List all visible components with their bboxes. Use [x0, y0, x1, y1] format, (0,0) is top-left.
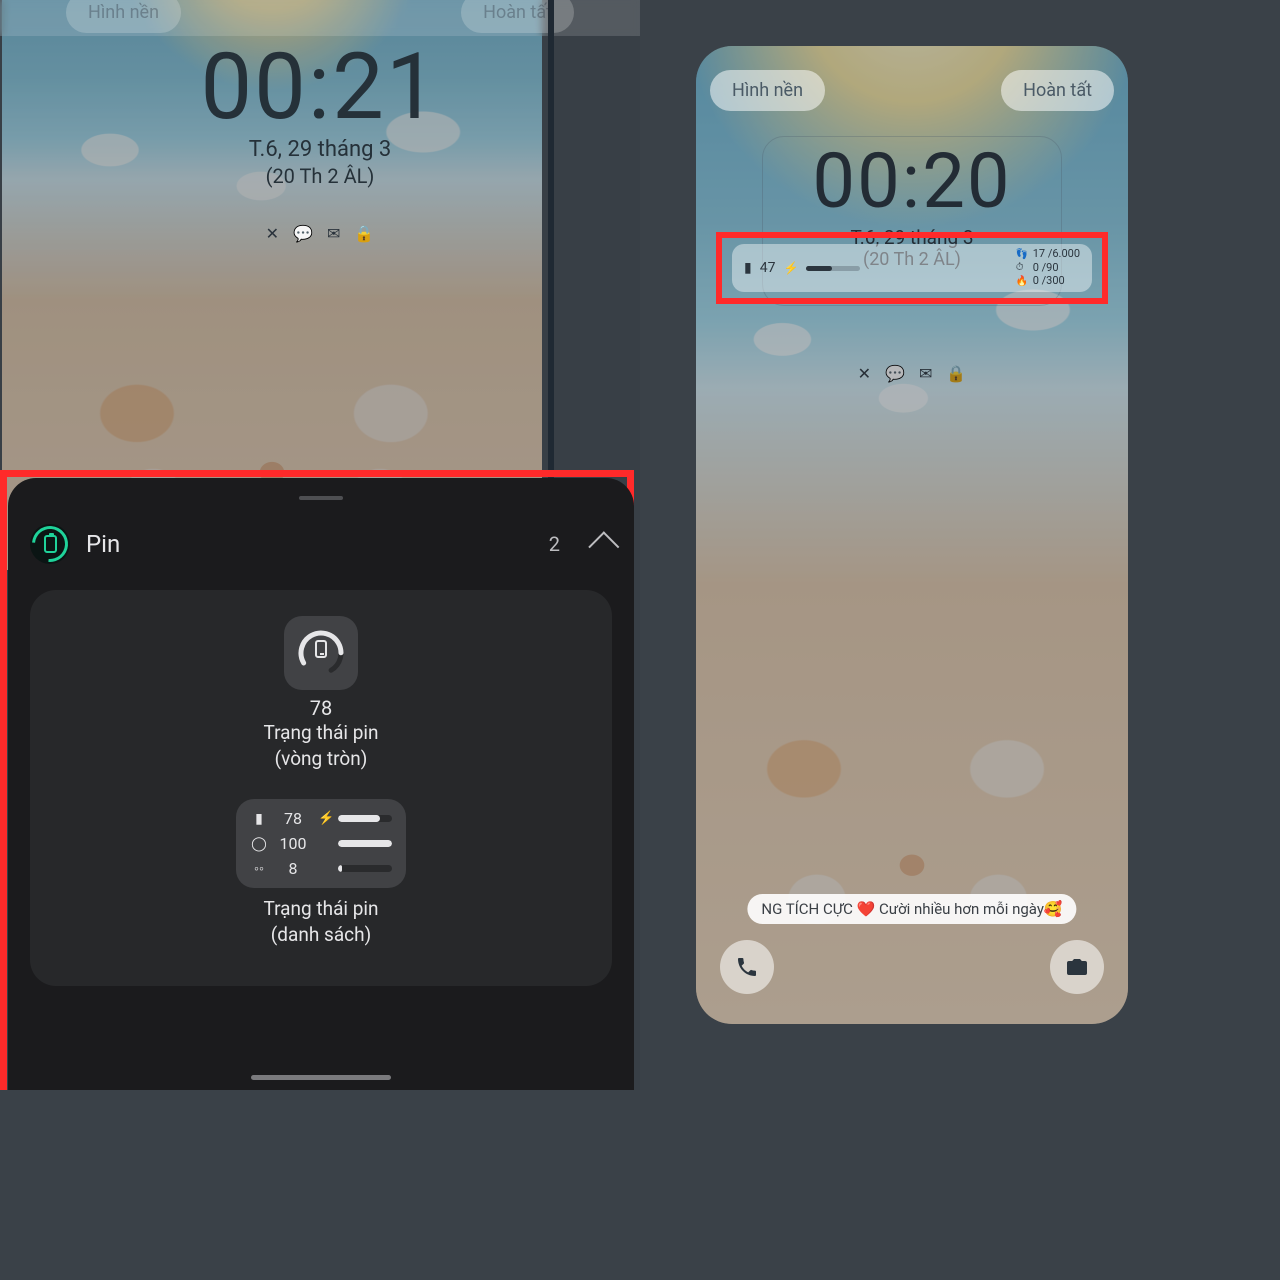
chat-icon: 💬 — [293, 224, 313, 243]
list-value-phone: 78 — [276, 809, 310, 828]
message-banner: NG TÍCH CỰC ❤️ Cười nhiều hơn mỗi ngày🥰 — [747, 894, 1076, 924]
list-row-watch: ◯ 100 — [250, 834, 392, 853]
clock-date: T.6, 29 tháng 3 — [0, 137, 640, 162]
bottom-gutter — [0, 1090, 1280, 1280]
wallpaper-ghost-button: Hình nền — [66, 0, 181, 33]
lock-icon: 🔒 — [946, 364, 966, 383]
bar-buds — [338, 865, 392, 872]
sheet-title: Pin — [86, 530, 533, 558]
list-label-1: Trạng thái pin — [50, 896, 592, 922]
camera-icon — [1065, 955, 1089, 979]
list-value-watch: 100 — [276, 834, 310, 853]
left-panel: Hình nền Hoàn tất 00:21 T.6, 29 tháng 3 … — [0, 0, 640, 1090]
notification-icons-left: ✕ 💬 ✉ 🔒 — [0, 224, 640, 243]
list-tile: ▮ 78 ⚡ ◯ 100 ◦◦ 8 — [236, 799, 406, 888]
list-value-buds: 8 — [276, 859, 310, 878]
missed-call-icon: ✕ — [858, 364, 871, 383]
phone-mini-icon — [315, 640, 327, 658]
mail-icon: ✉ — [327, 224, 340, 243]
phone-shortcut[interactable] — [720, 940, 774, 994]
clock-time-r: 00:20 — [696, 136, 1128, 226]
watch-icon: ◯ — [250, 836, 268, 852]
battery-gauge-icon — [296, 628, 346, 678]
list-label-2: (danh sách) — [50, 922, 592, 948]
sheet-count: 2 — [549, 532, 560, 556]
lock-icon: 🔒 — [354, 224, 374, 243]
wallpaper-button[interactable]: Hình nền — [710, 70, 825, 111]
right-panel: Hình nền Hoàn tất 00:20 T.6, 29 tháng 3 … — [640, 0, 1280, 1090]
widget-sheet[interactable]: Pin 2 78 Tr — [8, 478, 634, 1090]
phone-icon — [735, 955, 759, 979]
missed-call-icon: ✕ — [266, 224, 279, 243]
beach-deco-r — [696, 457, 1128, 1024]
bar-watch — [338, 840, 392, 847]
list-row-buds: ◦◦ 8 — [250, 859, 392, 878]
chat-icon: 💬 — [885, 364, 905, 383]
applied-widget-highlight — [716, 232, 1108, 304]
notification-icons-right: ✕ 💬 ✉ 🔒 — [696, 364, 1128, 383]
done-button[interactable]: Hoàn tất — [1001, 70, 1114, 111]
bar-phone — [338, 815, 392, 822]
clock-time: 00:21 — [0, 34, 640, 141]
circle-label-1: Trạng thái pin — [50, 720, 592, 746]
done-ghost-button: Hoàn tất — [461, 0, 574, 33]
widget-option-circle[interactable]: 78 Trạng thái pin (vòng tròn) — [50, 616, 592, 771]
mail-icon: ✉ — [919, 364, 932, 383]
battery-category-icon — [30, 524, 70, 564]
sheet-header[interactable]: Pin 2 — [30, 524, 612, 564]
circle-label-2: (vòng tròn) — [50, 746, 592, 772]
bolt-icon: ⚡ — [318, 811, 330, 826]
buds-icon: ◦◦ — [250, 860, 268, 877]
lockscreen-bg-right: Hình nền Hoàn tất 00:20 T.6, 29 tháng 3 … — [696, 46, 1128, 1024]
list-row-phone: ▮ 78 ⚡ — [250, 809, 392, 828]
phone-icon: ▮ — [250, 811, 268, 827]
widget-option-list[interactable]: ▮ 78 ⚡ ◯ 100 ◦◦ 8 — [50, 799, 592, 947]
clock-lunar: (20 Th 2 ÂL) — [0, 164, 640, 188]
chevron-up-icon[interactable] — [588, 531, 619, 562]
clock-group-left: 00:21 T.6, 29 tháng 3 (20 Th 2 ÂL) — [0, 34, 640, 188]
sheet-handle[interactable] — [299, 496, 343, 500]
gauge-value: 78 — [50, 696, 592, 720]
camera-shortcut[interactable] — [1050, 940, 1104, 994]
home-indicator[interactable] — [251, 1075, 391, 1080]
gauge-tile — [284, 616, 358, 690]
widgets-card: 78 Trạng thái pin (vòng tròn) ▮ 78 ⚡ ◯ — [30, 590, 612, 986]
